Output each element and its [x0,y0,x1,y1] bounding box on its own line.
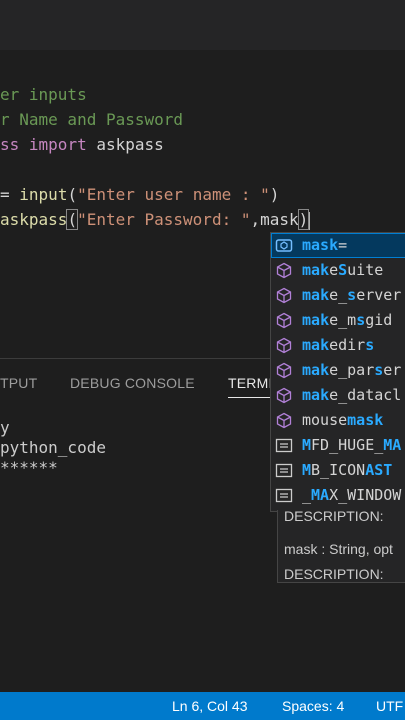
suggestion-item[interactable]: makedirs [271,333,405,358]
suggestion-match: M [302,436,312,454]
string-literal: "Enter Password: " [77,210,251,229]
suggestion-match: s [374,361,384,379]
suggestion-item[interactable]: make_server [271,283,405,308]
suggestion-match: k [320,361,330,379]
function-name: askpass [0,210,68,229]
tab-output[interactable]: TPUT [0,375,37,391]
suggestion-item[interactable]: make_msgid [271,308,405,333]
comment-text: r Name and Password [0,110,184,129]
suggestion-match: MA [383,436,402,454]
constant-icon [275,487,293,504]
suggestion-match: k [320,386,330,404]
suggestion-label: er [383,361,402,379]
suggestion-match: k [320,311,330,329]
suggestion-match: k [320,261,330,279]
suggestion-match: ma [302,286,321,304]
suggestion-label: B_ICON [311,461,366,479]
module-icon [275,362,293,379]
variable-icon [275,237,293,254]
terminal-line: python_code [0,438,106,457]
suggestion-label: mouse [302,411,348,429]
terminal-line: y [0,418,10,437]
suggestion-item[interactable]: mousemask [271,408,405,433]
editor-tab-bar [0,0,405,50]
suggestion-label: uite [347,261,384,279]
suggestion-match: S [338,261,348,279]
suggestion-item[interactable]: makeSuite [271,258,405,283]
keyword: import [28,135,87,154]
module-icon [275,412,293,429]
text-cursor [308,211,311,230]
code-line-2: r Name and Password [0,107,183,132]
details-signature: mask : String, opt [284,541,393,557]
suggestion-match: k [320,286,330,304]
suggestion-label: X_WINDOW [329,486,402,504]
suggestion-label: erver [356,286,402,304]
string-literal: "Enter user name : " [77,185,270,204]
suggestion-label: edir [329,336,366,354]
suggestion-match: T [383,461,393,479]
suggestion-item[interactable]: MFD_HUGE_MA [271,433,405,458]
code-line-1: er inputs [0,82,87,107]
suggestion-match: AS [365,461,384,479]
suggestion-item[interactable]: mask= [271,233,405,258]
encoding-setting[interactable]: UTF [376,698,403,714]
suggestion-match: k [320,336,330,354]
details-description: DESCRIPTION: [284,510,384,524]
suggestion-item[interactable]: _MAX_WINDOW [271,483,405,508]
suggestion-match: ma [302,336,321,354]
code-line-3: ss import askpass [0,132,164,157]
suggestion-match: ma [302,386,321,404]
suggestion-item[interactable]: make_parser [271,358,405,383]
constant-icon [275,437,293,454]
suggestion-match: M [302,461,312,479]
suggestion-label: _ [302,486,312,504]
argument: mask [260,210,299,229]
cursor-position[interactable]: Ln 6, Col 43 [172,698,248,714]
suggestion-details: DESCRIPTION: mask : String, opt DESCRIPT… [277,510,405,583]
suggestion-label: FD_HUGE_ [311,436,384,454]
module-icon [275,287,293,304]
suggestion-label: e [329,261,339,279]
indentation-setting[interactable]: Spaces: 4 [282,698,344,714]
module-icon [275,387,293,404]
module-icon [275,262,293,279]
code-line-4: = input("Enter user name : ") [0,185,280,204]
suggestion-label: e_ [329,286,348,304]
function-name: input [19,185,68,204]
terminal-line: ****** [0,458,58,477]
suggestion-item[interactable]: MB_ICONAST [271,458,405,483]
suggestion-match: ma [302,261,321,279]
status-bar: Ln 6, Col 43 Spaces: 4 UTF [0,692,405,720]
suggestion-match: MA [311,486,330,504]
tab-debug-console[interactable]: DEBUG CONSOLE [70,375,195,391]
suggestion-label: = [338,236,348,254]
suggestion-label: e_datacl [329,386,402,404]
suggestion-match: ma [302,361,321,379]
constant-icon [275,462,293,479]
module-icon [275,337,293,354]
comment-text: er inputs [0,85,87,104]
keyword: ss [0,135,20,154]
suggestion-match: s [365,336,375,354]
suggestion-match: s [356,311,366,329]
details-description: DESCRIPTION: [284,566,384,582]
module-icon [275,312,293,329]
suggestion-widget[interactable]: mask= makeSuite make_server make_msgid m… [270,232,405,512]
operator: = [0,185,10,204]
suggestion-label: e_m [329,311,357,329]
suggestion-label: e_par [329,361,375,379]
suggestion-match: ma [302,311,321,329]
suggestion-match: s [347,286,357,304]
module-name: askpass [96,135,164,154]
suggestion-label: gid [365,311,393,329]
suggestion-match: mask [347,411,384,429]
tab-terminal[interactable]: TERMI [228,375,273,398]
suggestion-item[interactable]: make_datacl [271,383,405,408]
code-line-5: askpass("Enter Password: ",mask) [0,209,311,230]
suggestion-match: mask [302,236,339,254]
